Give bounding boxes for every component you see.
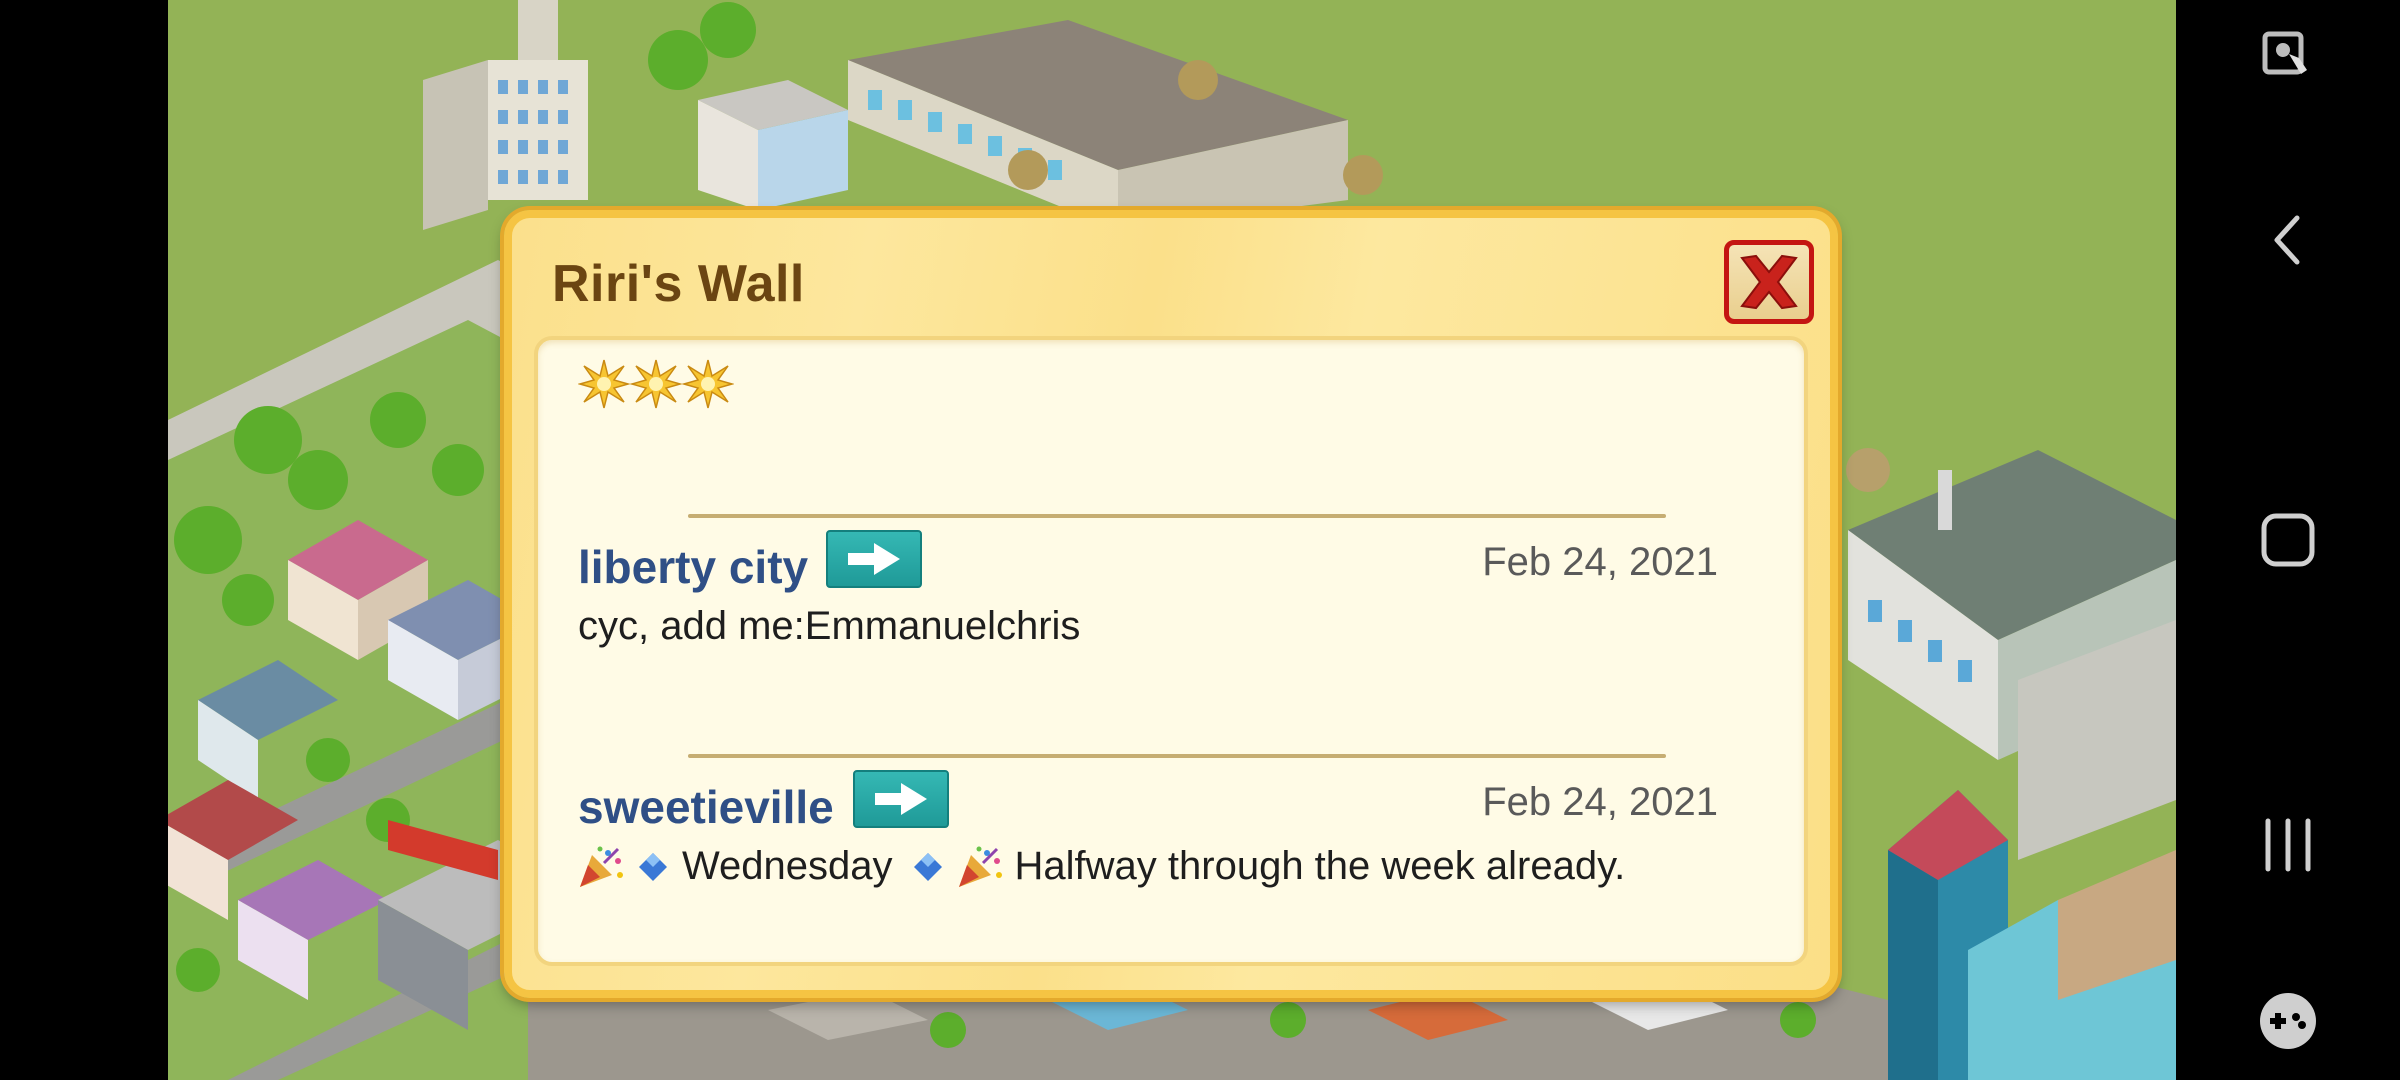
rating-stars bbox=[578, 358, 734, 410]
visit-city-button[interactable] bbox=[826, 530, 922, 588]
dialog-title: Riri's Wall bbox=[552, 255, 805, 313]
wall-post: liberty city Feb 24, 2021 cyc, add me:Em… bbox=[578, 530, 1718, 690]
back-icon bbox=[2274, 215, 2300, 265]
game-tools-button[interactable] bbox=[2176, 966, 2400, 1076]
home-button[interactable] bbox=[2176, 485, 2400, 595]
post-message: Wednesday Halfway through the week alrea… bbox=[578, 844, 1625, 889]
wall-dialog: Riri's Wall liberty city Feb 24, 2021 cy… bbox=[504, 210, 1838, 998]
visit-city-button[interactable] bbox=[853, 770, 949, 828]
blue-diamond-icon bbox=[636, 850, 670, 884]
wall-posts-panel[interactable]: liberty city Feb 24, 2021 cyc, add me:Em… bbox=[534, 336, 1808, 966]
post-username[interactable]: sweetieville bbox=[578, 780, 834, 834]
post-message-text: Wednesday bbox=[682, 844, 893, 888]
party-popper-icon bbox=[578, 845, 624, 889]
post-date: Feb 24, 2021 bbox=[1482, 780, 1718, 824]
system-nav-bar bbox=[2176, 0, 2400, 1080]
post-message: cyc, add me:Emmanuelchris bbox=[578, 604, 1081, 648]
screen-touch-icon bbox=[2262, 31, 2307, 75]
post-divider bbox=[688, 754, 1666, 758]
star-icon bbox=[578, 359, 630, 409]
back-button[interactable] bbox=[2176, 185, 2400, 295]
post-message-text: Halfway through the week already. bbox=[1014, 844, 1626, 888]
post-username[interactable]: liberty city bbox=[578, 540, 808, 594]
star-icon bbox=[682, 359, 734, 409]
post-divider bbox=[688, 514, 1666, 518]
post-date: Feb 24, 2021 bbox=[1482, 540, 1718, 584]
blue-diamond-icon bbox=[911, 850, 945, 884]
arrow-right-icon bbox=[875, 783, 927, 815]
arrow-right-icon bbox=[848, 543, 900, 575]
screen-touch-button[interactable] bbox=[2176, 0, 2400, 110]
recents-icon bbox=[2265, 818, 2311, 872]
game-controller-icon bbox=[2260, 993, 2316, 1049]
party-popper-icon bbox=[957, 845, 1003, 889]
close-icon bbox=[1740, 254, 1798, 310]
home-icon bbox=[2261, 513, 2315, 567]
recents-button[interactable] bbox=[2176, 790, 2400, 900]
close-button[interactable] bbox=[1724, 240, 1814, 324]
wall-post: sweetieville Feb 24, 2021 Wednesday Half… bbox=[578, 770, 1718, 930]
star-icon bbox=[630, 359, 682, 409]
